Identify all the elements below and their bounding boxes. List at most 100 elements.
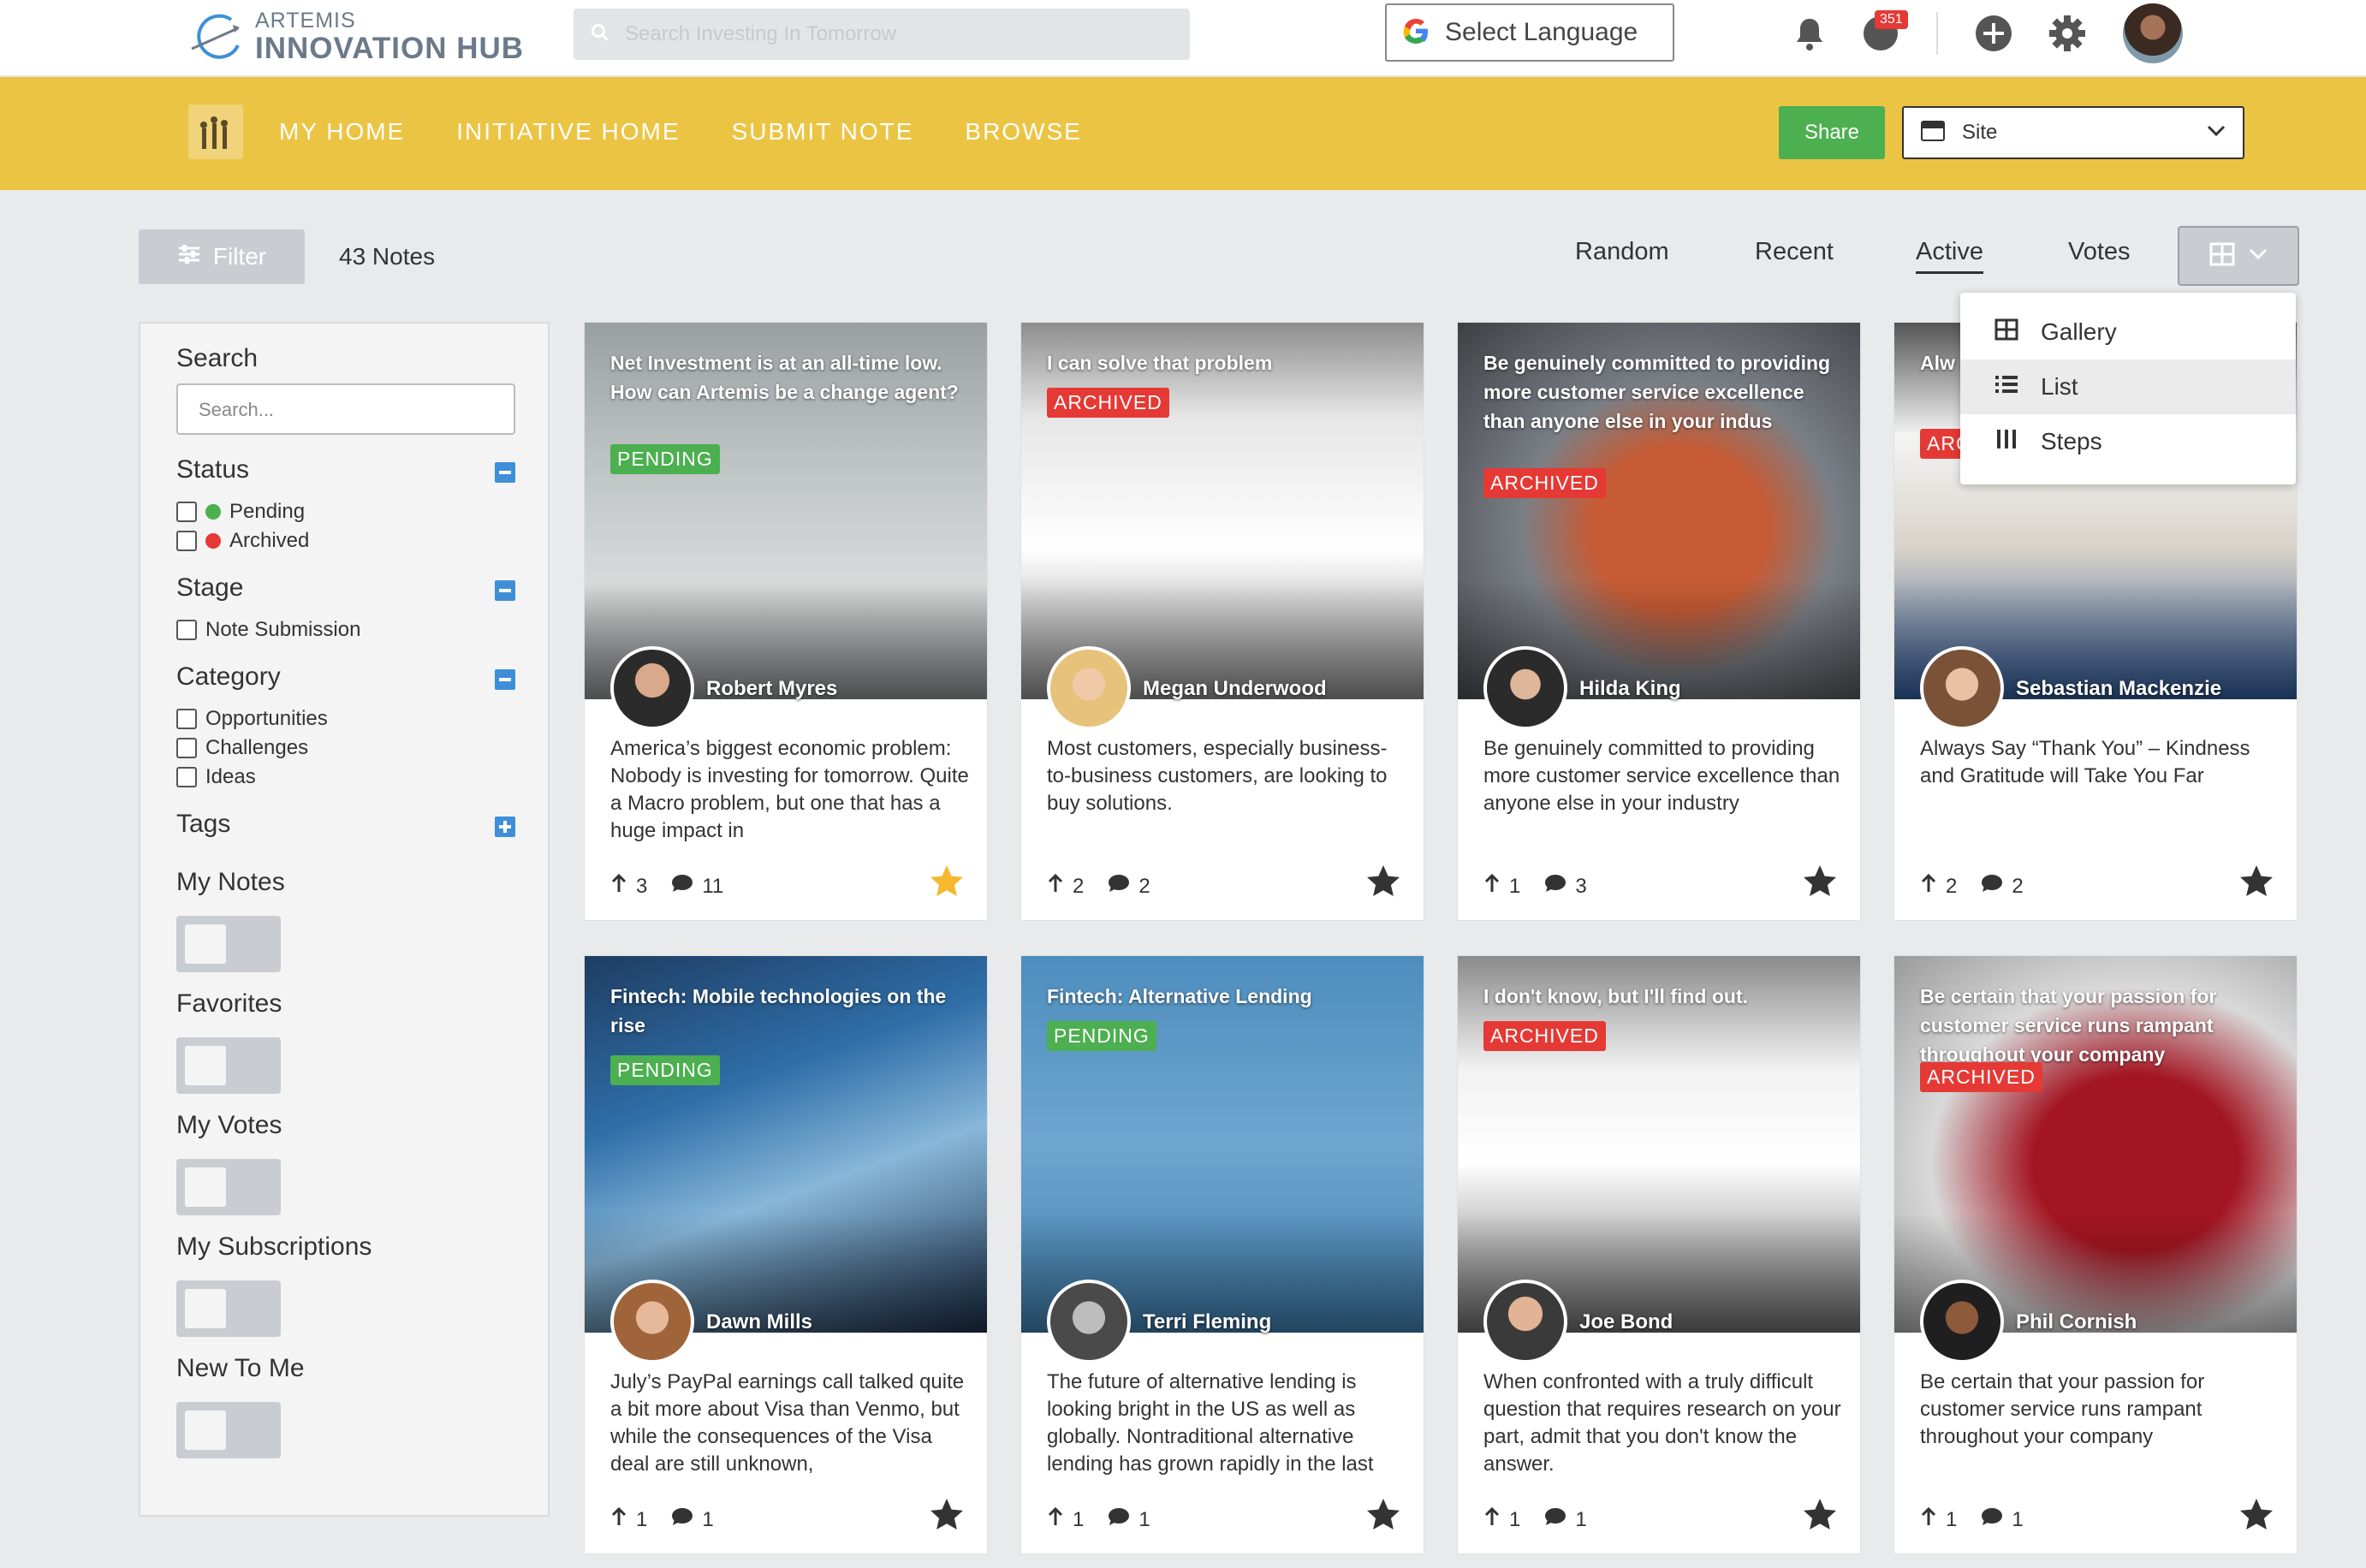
- comment-icon[interactable]: [1544, 874, 1566, 899]
- comment-icon[interactable]: [1981, 874, 2003, 899]
- upvote-arrow-icon[interactable]: [1047, 1506, 1064, 1532]
- note-card-title[interactable]: Be genuinely committed to providing more…: [1483, 348, 1843, 436]
- checkbox[interactable]: [176, 709, 197, 729]
- note-card[interactable]: I can solve that problem ARCHIVED Megan …: [1020, 322, 1424, 921]
- comment-icon[interactable]: [671, 874, 693, 899]
- global-search-input[interactable]: Search Investing In Tomorrow: [574, 9, 1190, 60]
- author-name[interactable]: Sebastian Mackenzie: [2016, 677, 2221, 701]
- checkbox[interactable]: [176, 738, 197, 758]
- status-option-pending[interactable]: Pending: [176, 500, 305, 524]
- nav-submit-note[interactable]: SUBMIT NOTE: [732, 118, 914, 146]
- favorite-star-icon[interactable]: [2238, 1497, 2274, 1535]
- note-card[interactable]: Fintech: Mobile technologies on the rise…: [584, 955, 988, 1554]
- checkbox[interactable]: [176, 767, 197, 787]
- author-avatar[interactable]: [1483, 1280, 1567, 1363]
- my-subscriptions-toggle[interactable]: [176, 1280, 281, 1337]
- note-card-title[interactable]: I can solve that problem: [1047, 348, 1406, 377]
- author-name[interactable]: Megan Underwood: [1143, 677, 1327, 701]
- status-option-archived[interactable]: Archived: [176, 529, 309, 553]
- category-option-ideas[interactable]: Ideas: [176, 765, 256, 789]
- upvote-arrow-icon[interactable]: [610, 1506, 627, 1532]
- author-name[interactable]: Hilda King: [1579, 677, 1681, 701]
- checkbox[interactable]: [176, 620, 197, 640]
- app-logo[interactable]: ARTEMIS INNOVATION HUB: [187, 7, 524, 67]
- comment-icon[interactable]: [1108, 1507, 1130, 1532]
- comment-icon[interactable]: [1544, 1507, 1566, 1532]
- note-card-title[interactable]: Fintech: Mobile technologies on the rise: [610, 982, 970, 1040]
- note-card[interactable]: Fintech: Alternative Lending PENDING Ter…: [1020, 955, 1424, 1554]
- checkbox[interactable]: [176, 531, 197, 551]
- collapse-category-icon[interactable]: [495, 669, 515, 690]
- author-name[interactable]: Joe Bond: [1579, 1310, 1673, 1334]
- view-mode-button[interactable]: [2178, 226, 2299, 286]
- upvote-arrow-icon[interactable]: [1483, 873, 1501, 899]
- sort-recent[interactable]: Recent: [1755, 238, 1834, 266]
- note-card-title[interactable]: Net Investment is at an all-time low. Ho…: [610, 348, 970, 407]
- author-name[interactable]: Robert Myres: [706, 677, 837, 701]
- author-name[interactable]: Dawn Mills: [706, 1310, 812, 1334]
- comment-icon[interactable]: [1981, 1507, 2003, 1532]
- sort-votes[interactable]: Votes: [2068, 238, 2131, 266]
- checkbox[interactable]: [176, 502, 197, 522]
- my-notes-toggle[interactable]: [176, 916, 281, 972]
- category-option-opportunities[interactable]: Opportunities: [176, 707, 328, 731]
- upvote-arrow-icon[interactable]: [1047, 873, 1064, 899]
- note-card[interactable]: I don't know, but I'll find out. ARCHIVE…: [1457, 955, 1861, 1554]
- author-name[interactable]: Terri Fleming: [1143, 1310, 1271, 1334]
- note-card-title[interactable]: Fintech: Alternative Lending: [1047, 982, 1406, 1011]
- favorites-toggle[interactable]: [176, 1037, 281, 1094]
- author-avatar[interactable]: [1483, 646, 1567, 730]
- note-card-image[interactable]: Be certain that your passion for custome…: [1894, 956, 2297, 1333]
- note-card[interactable]: Be genuinely committed to providing more…: [1457, 322, 1861, 921]
- note-card-image[interactable]: I don't know, but I'll find out. ARCHIVE…: [1458, 956, 1860, 1333]
- user-avatar[interactable]: [2123, 3, 2183, 63]
- nav-browse[interactable]: BROWSE: [965, 118, 1081, 146]
- favorite-star-icon[interactable]: [2238, 864, 2274, 902]
- author-avatar[interactable]: [1047, 1280, 1131, 1363]
- favorite-star-icon[interactable]: [1802, 864, 1838, 902]
- note-card-image[interactable]: Fintech: Mobile technologies on the rise…: [585, 956, 987, 1333]
- author-avatar[interactable]: [1920, 646, 2004, 730]
- upvote-arrow-icon[interactable]: [1920, 873, 1937, 899]
- author-avatar[interactable]: [1047, 646, 1131, 730]
- upvote-arrow-icon[interactable]: [610, 873, 627, 899]
- stage-option-note-submission[interactable]: Note Submission: [176, 618, 360, 642]
- sort-random[interactable]: Random: [1575, 238, 1669, 266]
- view-steps-item[interactable]: Steps: [1960, 414, 2296, 469]
- expand-tags-icon[interactable]: [495, 817, 515, 837]
- new-to-me-toggle[interactable]: [176, 1402, 281, 1458]
- collapse-stage-icon[interactable]: [495, 580, 515, 601]
- author-avatar[interactable]: [610, 646, 694, 730]
- bell-icon[interactable]: [1792, 15, 1827, 57]
- note-card-image[interactable]: Fintech: Alternative Lending PENDING: [1021, 956, 1424, 1333]
- note-card[interactable]: Be certain that your passion for custome…: [1893, 955, 2298, 1554]
- favorite-star-icon[interactable]: [1365, 864, 1401, 902]
- favorite-star-icon[interactable]: [1802, 1497, 1838, 1535]
- favorite-star-icon[interactable]: [929, 1497, 965, 1535]
- note-card-title[interactable]: I don't know, but I'll find out.: [1483, 982, 1843, 1011]
- note-card-title[interactable]: Be certain that your passion for custome…: [1920, 982, 2280, 1069]
- favorite-star-icon[interactable]: [929, 864, 965, 902]
- comment-icon[interactable]: [671, 1507, 693, 1532]
- author-name[interactable]: Phil Cornish: [2016, 1310, 2137, 1334]
- upvote-arrow-icon[interactable]: [1483, 1506, 1501, 1532]
- category-option-challenges[interactable]: Challenges: [176, 736, 308, 760]
- initiative-logo[interactable]: [188, 104, 243, 159]
- filter-button[interactable]: Filter: [139, 229, 305, 284]
- note-card-image[interactable]: Be genuinely committed to providing more…: [1458, 323, 1860, 699]
- note-card[interactable]: Net Investment is at an all-time low. Ho…: [584, 322, 988, 921]
- author-avatar[interactable]: [1920, 1280, 2004, 1363]
- author-avatar[interactable]: [610, 1280, 694, 1363]
- gear-icon[interactable]: [2048, 14, 2087, 57]
- site-select[interactable]: Site: [1902, 106, 2244, 159]
- nav-my-home[interactable]: MY HOME: [279, 118, 405, 146]
- share-button[interactable]: Share: [1779, 106, 1885, 159]
- comment-icon[interactable]: [1108, 874, 1130, 899]
- view-list-item[interactable]: List: [1960, 359, 2296, 414]
- sidebar-search-input[interactable]: Search...: [176, 383, 515, 435]
- note-card-image[interactable]: Net Investment is at an all-time low. Ho…: [585, 323, 987, 699]
- favorite-star-icon[interactable]: [1365, 1497, 1401, 1535]
- note-card-image[interactable]: I can solve that problem ARCHIVED: [1021, 323, 1424, 699]
- collapse-status-icon[interactable]: [495, 462, 515, 483]
- nav-initiative-home[interactable]: INITIATIVE HOME: [456, 118, 680, 146]
